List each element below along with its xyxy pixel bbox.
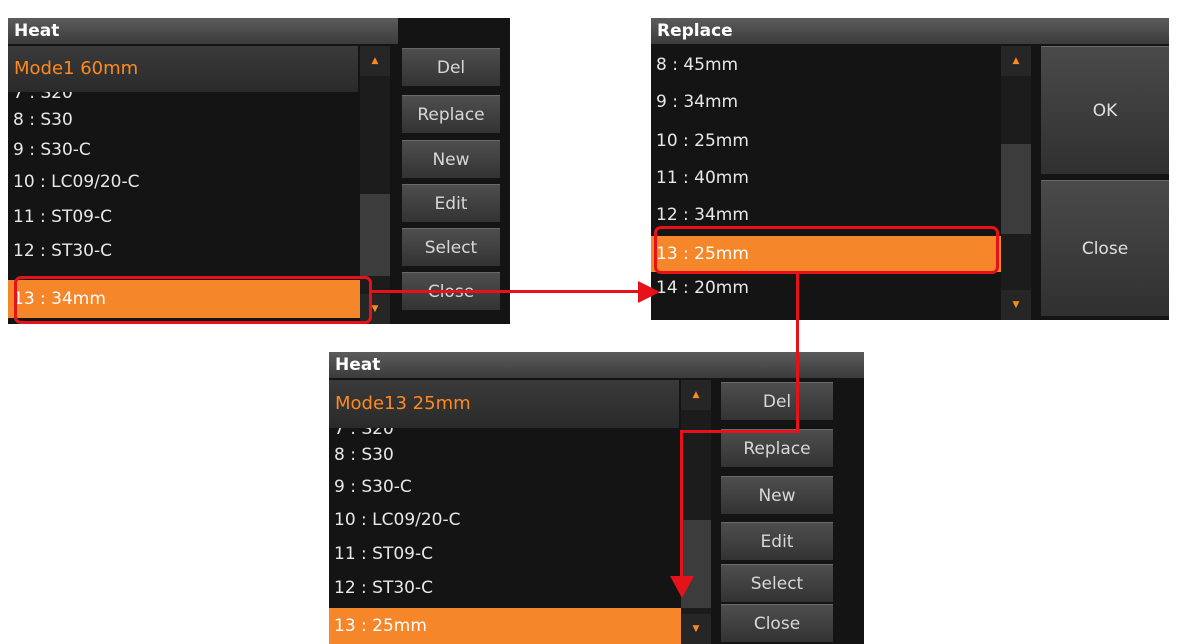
list-item[interactable]: 9 : 34mm (651, 87, 1001, 117)
edit-button[interactable]: Edit (402, 184, 500, 222)
new-button[interactable]: New (402, 140, 500, 178)
replace-mode-list: 8 : 45mm 9 : 34mm 10 : 25mm 11 : 40mm 12… (651, 46, 1001, 320)
flow-arrow-line (372, 290, 644, 293)
new-button[interactable]: New (721, 476, 833, 514)
del-button[interactable]: Del (721, 382, 833, 420)
list-scrollbar[interactable]: ▲ ▼ (681, 380, 711, 644)
ok-button[interactable]: OK (1041, 46, 1169, 174)
list-item[interactable]: 14 : 20mm (651, 273, 1001, 303)
highlight-box-selected-item-panel1 (14, 276, 372, 324)
close-button[interactable]: Close (1041, 180, 1169, 316)
heat-panel-after: Heat Mode13 25mm 7 : S20 8 : S30 9 : S30… (329, 352, 864, 644)
select-button[interactable]: Select (402, 228, 500, 266)
list-item[interactable]: 10 : LC09/20-C (8, 167, 368, 197)
list-item[interactable]: 10 : 25mm (651, 126, 1001, 156)
highlight-box-selected-item-panel2 (654, 226, 999, 274)
list-item[interactable]: 8 : S30 (8, 105, 368, 135)
edit-button[interactable]: Edit (721, 522, 833, 560)
list-item[interactable]: 11 : ST09-C (329, 539, 681, 569)
scrollbar-thumb[interactable] (1001, 144, 1031, 234)
close-button[interactable]: Close (721, 604, 833, 642)
triangle-up-icon[interactable]: ▲ (360, 46, 390, 76)
list-item-selected[interactable]: 13 : 25mm (329, 608, 681, 644)
heat-mode-list: 7 : S20 8 : S30 9 : S30-C 10 : LC09/20-C… (329, 428, 681, 644)
list-item[interactable]: 12 : ST30-C (329, 573, 681, 603)
triangle-down-icon[interactable]: ▼ (1001, 290, 1031, 320)
panel-title: Heat (329, 352, 864, 378)
replace-button[interactable]: Replace (721, 429, 833, 467)
triangle-up-icon[interactable]: ▲ (1001, 46, 1031, 76)
flow-arrow-line (680, 430, 683, 578)
current-mode-display: Mode1 60mm (8, 46, 358, 92)
current-mode-display: Mode13 25mm (329, 380, 679, 428)
list-scrollbar[interactable]: ▲ ▼ (1001, 46, 1031, 320)
list-item[interactable]: 9 : S30-C (8, 135, 368, 165)
replace-panel: Replace 8 : 45mm 9 : 34mm 10 : 25mm 11 :… (651, 18, 1169, 320)
list-item[interactable]: 9 : S30-C (329, 472, 681, 502)
panel-title: Replace (651, 18, 1169, 44)
list-item[interactable]: 12 : ST30-C (8, 236, 368, 266)
replace-button[interactable]: Replace (402, 95, 500, 133)
list-item[interactable]: 11 : 40mm (651, 163, 1001, 193)
flow-arrow-line (796, 272, 799, 432)
del-button[interactable]: Del (402, 48, 500, 86)
panel-title: Heat (8, 18, 398, 44)
select-button[interactable]: Select (721, 564, 833, 602)
arrow-head-down-icon (670, 576, 694, 598)
list-item[interactable]: 8 : S30 (329, 440, 681, 470)
triangle-up-icon[interactable]: ▲ (681, 380, 711, 410)
flow-arrow-line (680, 430, 799, 433)
list-item[interactable]: 11 : ST09-C (8, 202, 368, 232)
triangle-down-icon[interactable]: ▼ (681, 614, 711, 644)
scrollbar-thumb[interactable] (360, 194, 390, 276)
list-item[interactable]: 10 : LC09/20-C (329, 505, 681, 535)
list-item[interactable]: 8 : 45mm (651, 50, 1001, 80)
arrow-head-right-icon (638, 281, 660, 303)
